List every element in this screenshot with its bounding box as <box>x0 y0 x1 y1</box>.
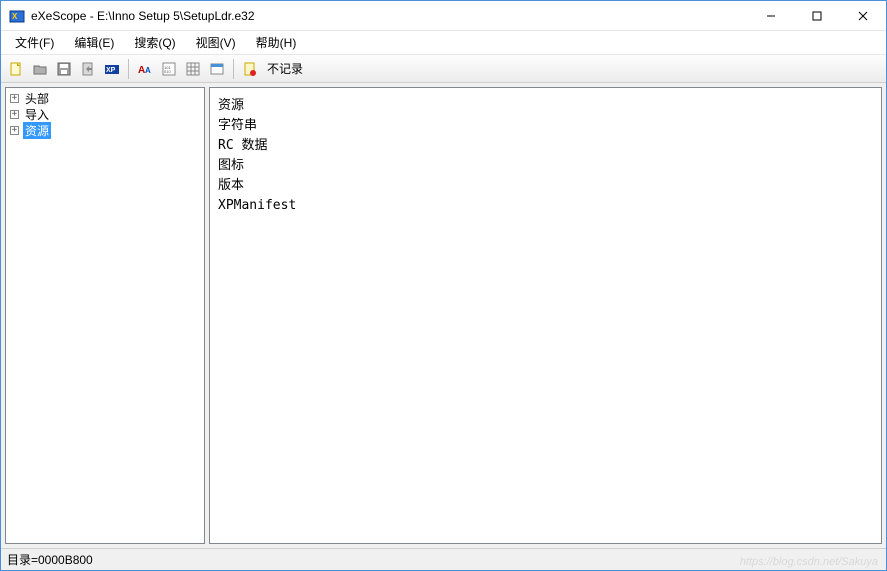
toolbar-separator <box>128 59 129 79</box>
body: +头部+导入+资源 资源字符串RC 数据图标版本XPManifest <box>1 83 886 548</box>
list-item[interactable]: XPManifest <box>218 196 873 216</box>
maximize-button[interactable] <box>794 1 840 30</box>
menu-edit[interactable]: 编辑(E) <box>64 32 124 53</box>
tree-node-label[interactable]: 资源 <box>23 122 51 139</box>
svg-text:XP: XP <box>106 67 116 74</box>
app-window: X eXeScope - E:\Inno Setup 5\SetupLdr.e3… <box>0 0 887 571</box>
watermark: https://blog.csdn.net/Sakuya <box>740 556 878 568</box>
menubar: 文件(F) 编辑(E) 搜索(Q) 视图(V) 帮助(H) <box>1 31 886 55</box>
list-item[interactable]: 版本 <box>218 176 873 196</box>
statusbar-text: 目录=0000B800 <box>7 551 93 568</box>
menu-file[interactable]: 文件(F) <box>5 32 64 53</box>
toolbar-grid-icon[interactable] <box>182 58 204 80</box>
tree-node-label[interactable]: 头部 <box>23 90 51 107</box>
toolbar: XP AA 101010 不记录 <box>1 55 886 83</box>
toolbar-separator <box>233 59 234 79</box>
toolbar-record-icon[interactable] <box>239 58 261 80</box>
svg-text:A: A <box>145 66 151 75</box>
window-controls <box>748 1 886 30</box>
toolbar-norecord-label[interactable]: 不记录 <box>265 60 305 77</box>
toolbar-new-icon[interactable] <box>5 58 27 80</box>
toolbar-font-icon[interactable]: AA <box>134 58 156 80</box>
tree-node[interactable]: + 资源 <box>8 122 202 138</box>
expand-icon[interactable]: + <box>10 110 19 119</box>
app-icon: X <box>9 8 25 24</box>
tree-panel[interactable]: + 头部 + 导入 + 资源 <box>5 87 205 544</box>
close-button[interactable] <box>840 1 886 30</box>
list-item[interactable]: RC 数据 <box>218 136 873 156</box>
minimize-button[interactable] <box>748 1 794 30</box>
expand-icon[interactable]: + <box>10 126 19 135</box>
list-item[interactable]: 资源 <box>218 96 873 116</box>
content-panel[interactable]: 资源字符串RC 数据图标版本XPManifest <box>209 87 882 544</box>
toolbar-open-icon[interactable] <box>29 58 51 80</box>
toolbar-window-icon[interactable] <box>206 58 228 80</box>
toolbar-binary-icon[interactable]: 101010 <box>158 58 180 80</box>
toolbar-import-icon[interactable] <box>77 58 99 80</box>
tree-node[interactable]: + 导入 <box>8 106 202 122</box>
toolbar-xp-icon[interactable]: XP <box>101 58 123 80</box>
tree-node-label[interactable]: 导入 <box>23 106 51 123</box>
statusbar: 目录=0000B800 https://blog.csdn.net/Sakuya <box>1 548 886 570</box>
tree-node[interactable]: + 头部 <box>8 90 202 106</box>
expand-icon[interactable]: + <box>10 94 19 103</box>
menu-search[interactable]: 搜索(Q) <box>124 32 185 53</box>
menu-help[interactable]: 帮助(H) <box>246 32 307 53</box>
titlebar: X eXeScope - E:\Inno Setup 5\SetupLdr.e3… <box>1 1 886 31</box>
list-item[interactable]: 图标 <box>218 156 873 176</box>
list-item[interactable]: 字符串 <box>218 116 873 136</box>
svg-text:010: 010 <box>164 69 171 74</box>
toolbar-save-icon[interactable] <box>53 58 75 80</box>
svg-text:X: X <box>12 12 18 21</box>
menu-view[interactable]: 视图(V) <box>186 32 246 53</box>
window-title: eXeScope - E:\Inno Setup 5\SetupLdr.e32 <box>31 9 748 23</box>
